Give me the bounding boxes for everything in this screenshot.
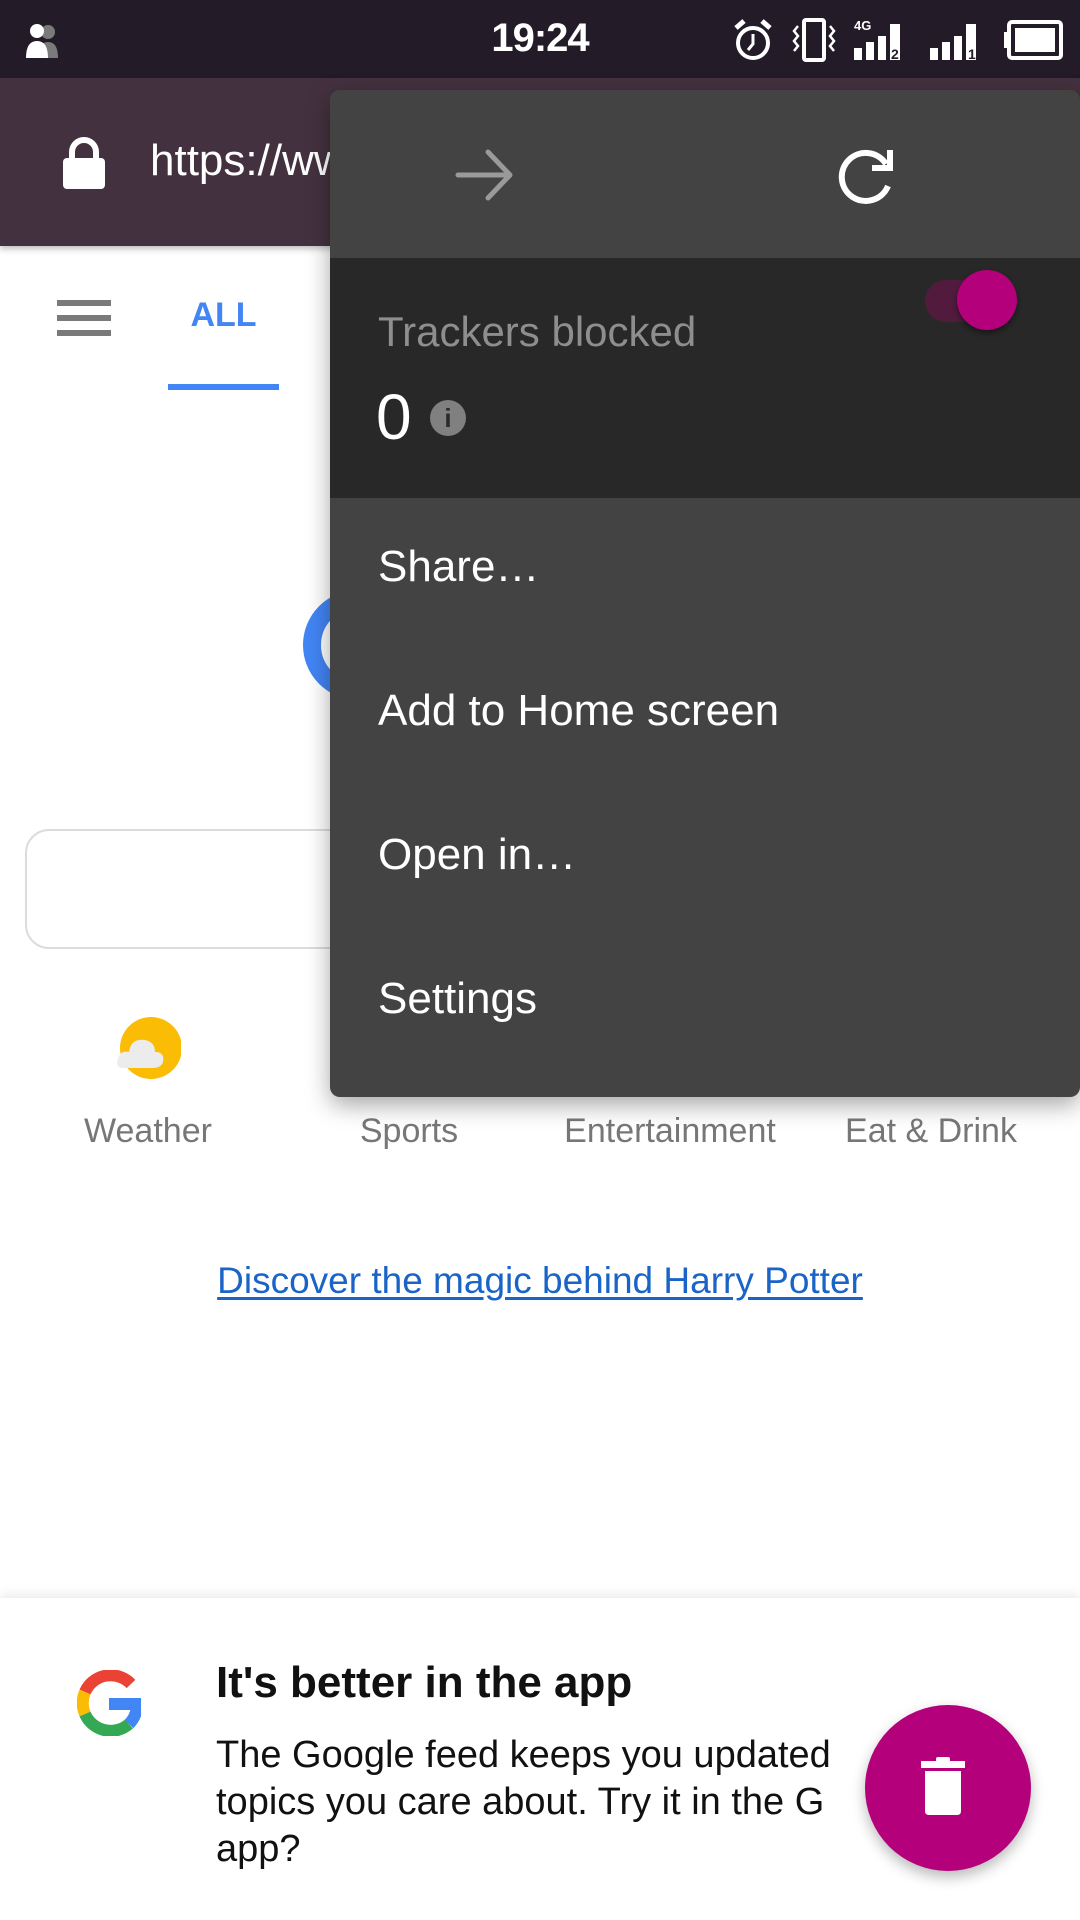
tab-all[interactable]: ALL xyxy=(168,296,279,335)
menu-item-open-in[interactable]: Open in… xyxy=(330,786,1080,930)
google-g-icon xyxy=(77,1670,141,1736)
delete-fab-button[interactable] xyxy=(865,1705,1031,1871)
weather-partly-cloudy-icon[interactable] xyxy=(117,1016,181,1080)
shortcut-eat-drink[interactable]: Eat & Drink xyxy=(801,1112,1061,1151)
shortcut-entertainment[interactable]: Entertainment xyxy=(540,1112,800,1151)
trash-icon xyxy=(921,1757,965,1815)
tracker-blocking-toggle[interactable] xyxy=(925,270,1035,340)
menu-item-label: Settings xyxy=(378,974,537,1023)
shortcut-sports[interactable]: Sports xyxy=(279,1112,539,1151)
svg-text:4G: 4G xyxy=(854,18,871,33)
promo-link[interactable]: Discover the magic behind Harry Potter xyxy=(0,1260,1080,1302)
tab-active-indicator xyxy=(168,384,279,390)
trackers-blocked-label: Trackers blocked xyxy=(378,308,697,355)
status-time: 19:24 xyxy=(491,16,589,60)
menu-item-add-to-home-screen[interactable]: Add to Home screen xyxy=(330,642,1080,786)
vibrate-icon xyxy=(792,18,836,62)
alarm-icon xyxy=(734,19,772,60)
svg-text:2: 2 xyxy=(891,46,899,62)
signal-sim1-icon: 1 xyxy=(930,24,976,62)
arrow-forward-icon[interactable] xyxy=(450,140,520,210)
battery-icon xyxy=(1004,20,1063,60)
menu-item-label: Open in… xyxy=(378,830,577,879)
menu-nav-row xyxy=(330,90,1080,258)
shortcut-weather[interactable]: Weather xyxy=(18,1112,278,1151)
svg-text:1: 1 xyxy=(968,46,976,62)
toggle-thumb xyxy=(957,270,1017,330)
banner-title: It's better in the app xyxy=(216,1658,633,1707)
lock-icon xyxy=(63,137,105,189)
signal-4g-sim2-icon: 4G 2 xyxy=(854,18,900,62)
overflow-menu: Trackers blocked 0 i Share… Add to Home … xyxy=(330,90,1080,1097)
reload-icon[interactable] xyxy=(830,140,900,210)
trackers-blocked-count: 0 xyxy=(376,381,412,453)
menu-item-settings[interactable]: Settings xyxy=(330,930,1080,1074)
menu-item-share[interactable]: Share… xyxy=(330,498,1080,642)
info-icon[interactable]: i xyxy=(430,400,466,436)
status-bar: 19:24 4G 2 1 xyxy=(0,0,1080,78)
hamburger-menu-icon[interactable] xyxy=(57,300,111,336)
menu-item-label: Add to Home screen xyxy=(378,686,780,735)
menu-item-label: Share… xyxy=(378,542,540,591)
url-text[interactable]: https://ww xyxy=(150,136,346,186)
